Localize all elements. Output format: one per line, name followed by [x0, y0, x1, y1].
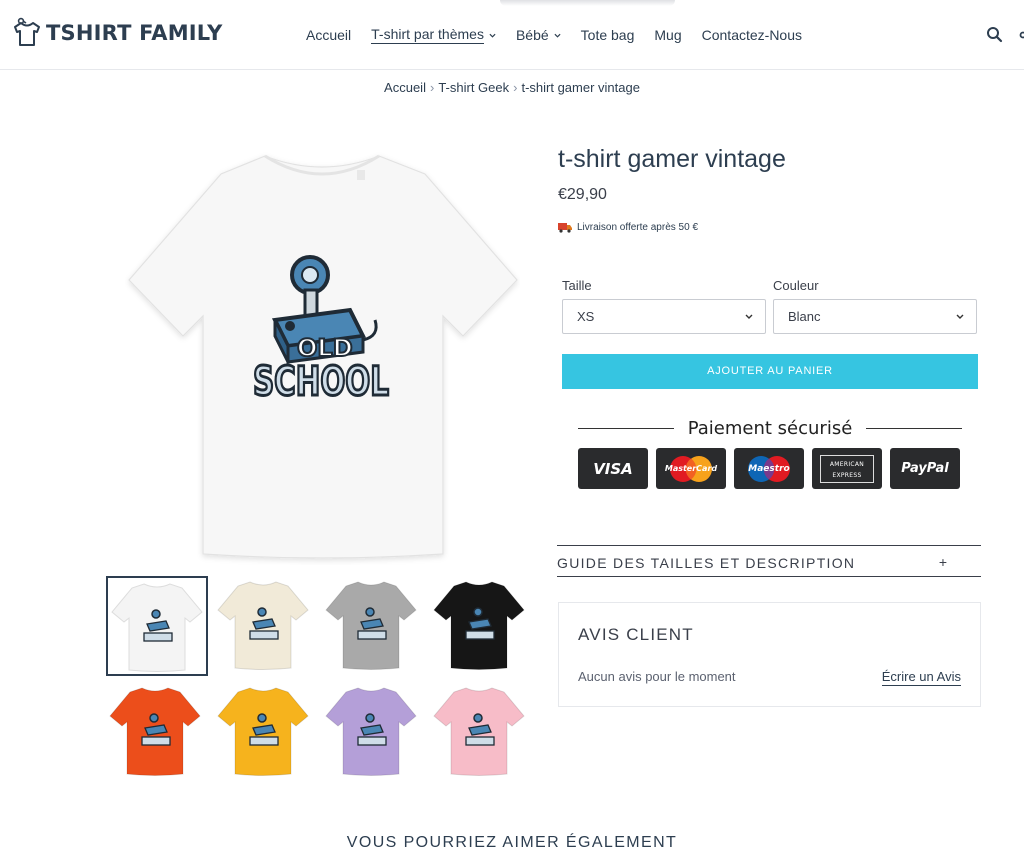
tshirt-logo-icon	[14, 17, 40, 46]
maestro-icon: Maestro	[734, 448, 804, 489]
chevron-down-icon	[489, 33, 496, 38]
breadcrumb-separator: ›	[513, 80, 518, 95]
visa-card-icon: VISA	[578, 448, 648, 489]
product-thumbnail[interactable]	[106, 576, 208, 676]
american-express-icon: AMERICAN EXPRESS	[812, 448, 882, 489]
product-price: €29,90	[558, 186, 607, 203]
nav-item-label: Accueil	[306, 27, 352, 43]
nav-item-label: Contactez-Nous	[701, 27, 803, 43]
tshirt-thumbnail-icon	[433, 687, 525, 776]
tshirt-thumbnail-icon	[217, 581, 309, 670]
site-logo[interactable]: TSHIRT FAMILY	[12, 17, 223, 49]
account-icon[interactable]	[1017, 26, 1024, 43]
tshirt-thumbnail-icon	[217, 687, 309, 776]
tshirt-thumbnail-icon	[111, 583, 203, 672]
tshirt-thumbnail-icon	[325, 687, 417, 776]
write-review-link[interactable]: Écrire un Avis	[881, 669, 961, 686]
nav-item-label: Mug	[654, 27, 682, 43]
product-thumbnail[interactable]	[106, 682, 208, 782]
size-select-value: XS	[577, 309, 595, 324]
secure-payment-title: Paiement sécurisé	[687, 417, 853, 439]
size-guide-accordion[interactable]: GUIDE DES TAILLES ET DESCRIPTION +	[557, 545, 981, 577]
chevron-down-icon	[745, 314, 753, 319]
shipping-text: Livraison offerte après 50 €	[577, 222, 699, 233]
divider-line	[866, 427, 962, 429]
product-title: t-shirt gamer vintage	[558, 145, 786, 173]
size-select[interactable]: XS	[562, 299, 766, 334]
size-label: Taille	[562, 278, 592, 293]
color-select-value: Blanc	[788, 309, 821, 324]
nav-item-tshirt-par-themes[interactable]: T-shirt par thèmes	[371, 26, 496, 44]
recommendations-title: VOUS POURRIEZ AIMER ÉGALEMENT	[346, 834, 678, 851]
breadcrumb-current: t-shirt gamer vintage	[521, 80, 640, 95]
product-thumbnail[interactable]	[322, 682, 424, 782]
accordion-label: GUIDE DES TAILLES ET DESCRIPTION	[557, 555, 856, 571]
breadcrumb-separator: ›	[429, 80, 435, 95]
product-thumbnail[interactable]	[214, 576, 316, 676]
tshirt-main-illustration: OLD SCHOOL	[128, 154, 518, 559]
site-header: TSHIRT FAMILY Accueil T-shirt par thèmes…	[0, 0, 1024, 70]
divider-line	[578, 427, 674, 429]
color-select[interactable]: Blanc	[773, 299, 977, 334]
nav-item-mug[interactable]: Mug	[654, 26, 681, 44]
graphic-text-school: SCHOOL	[253, 359, 389, 405]
truck-icon	[558, 223, 572, 233]
product-thumbnail[interactable]	[430, 682, 532, 782]
nav-item-contact[interactable]: Contactez-Nous	[702, 26, 802, 44]
shipping-note: Livraison offerte après 50 €	[558, 222, 698, 233]
paypal-icon: PayPal	[890, 448, 960, 489]
product-thumbnail[interactable]	[214, 682, 316, 782]
plus-icon: +	[938, 554, 947, 570]
product-main-image[interactable]: OLD SCHOOL	[125, 140, 520, 565]
product-thumbnail[interactable]	[322, 576, 424, 676]
tshirt-thumbnail-icon	[325, 581, 417, 670]
payment-methods: VISA MasterCard Maestro AMERICAN EXPRESS…	[578, 448, 960, 489]
tshirt-thumbnail-icon	[433, 581, 525, 670]
secure-payment-heading: Paiement sécurisé	[578, 416, 962, 440]
nav-item-accueil[interactable]: Accueil	[306, 26, 351, 44]
breadcrumb: Accueil › T-shirt Geek › t-shirt gamer vinta…	[0, 80, 1024, 95]
breadcrumb-link-category[interactable]: T-shirt Geek	[438, 80, 509, 95]
main-nav: Accueil T-shirt par thèmes Bébé Tote bag…	[306, 26, 822, 44]
nav-item-label: T-shirt par thèmes	[371, 26, 484, 44]
breadcrumb-link-home[interactable]: Accueil	[384, 80, 426, 95]
nav-item-bebe[interactable]: Bébé	[516, 26, 561, 44]
nav-item-label: Bébé	[515, 27, 549, 43]
graphic-text-old: OLD	[297, 334, 353, 362]
customer-reviews: AVIS CLIENT Aucun avis pour le moment Éc…	[558, 602, 981, 707]
add-to-cart-button[interactable]: AJOUTER AU PANIER	[562, 354, 978, 389]
product-thumbnail[interactable]	[430, 576, 532, 676]
nav-item-label: Tote bag	[580, 27, 635, 43]
header-icons	[986, 26, 1024, 43]
chevron-down-icon	[956, 314, 964, 319]
mastercard-icon: MasterCard	[656, 448, 726, 489]
reviews-title: AVIS CLIENT	[578, 625, 694, 644]
reviews-empty-text: Aucun avis pour le moment	[578, 669, 736, 684]
color-label: Couleur	[773, 278, 819, 293]
logo-text: TSHIRT FAMILY	[46, 21, 223, 45]
search-icon[interactable]	[986, 26, 1003, 43]
chevron-down-icon	[554, 33, 561, 38]
nav-item-tote-bag[interactable]: Tote bag	[581, 26, 635, 44]
tshirt-thumbnail-icon	[109, 687, 201, 776]
